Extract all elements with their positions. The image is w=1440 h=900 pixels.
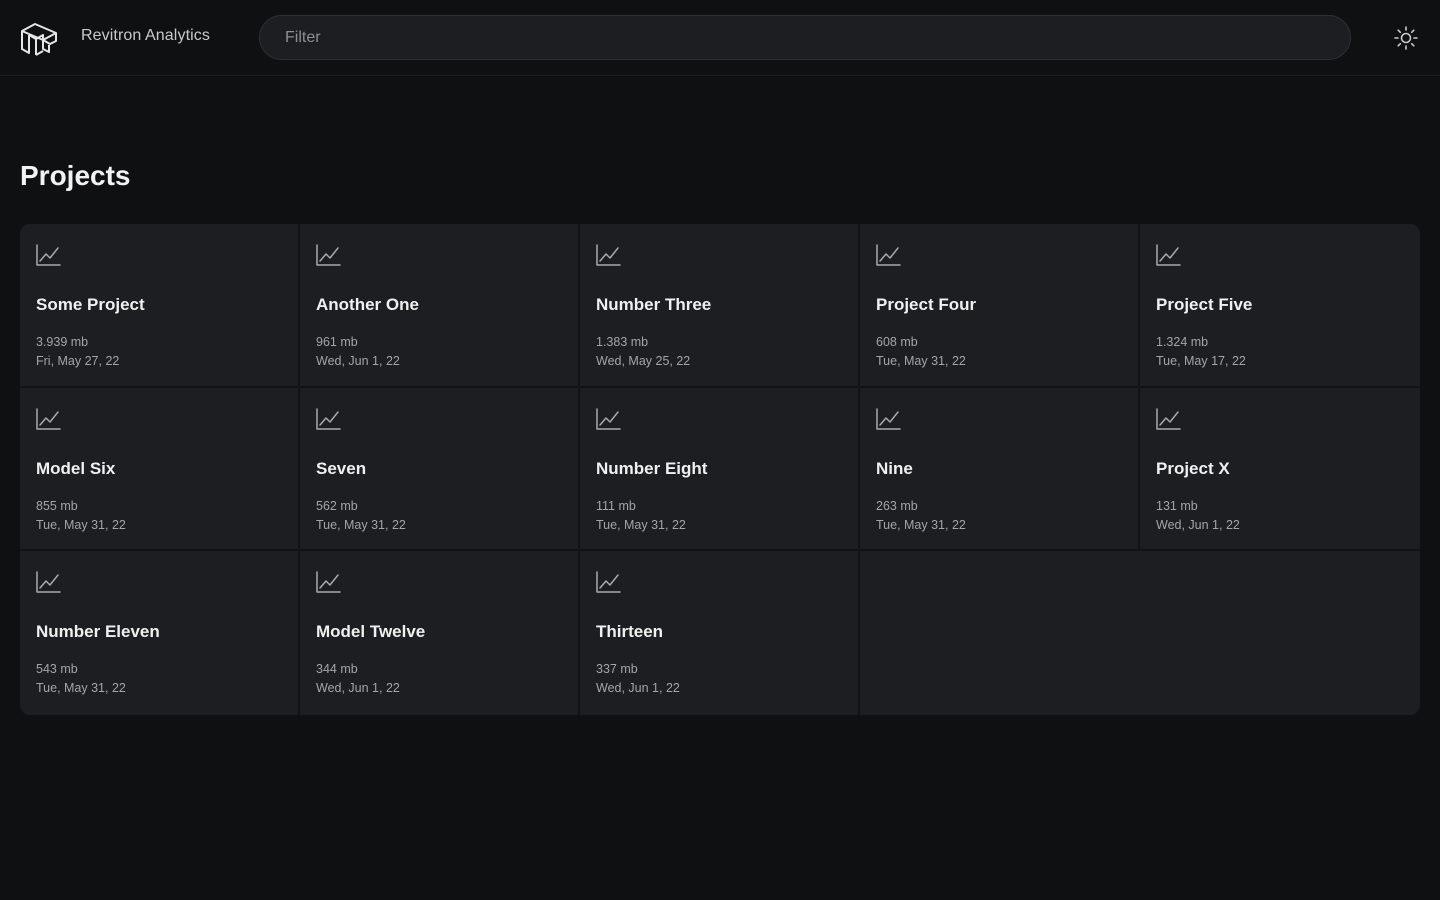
- project-date: Wed, May 25, 22: [596, 354, 691, 368]
- project-size: 3.939 mb: [36, 335, 89, 349]
- project-card[interactable]: Number Three 1.383 mb Wed, May 25, 22: [580, 224, 860, 388]
- revitron-logo-icon[interactable]: [19, 19, 59, 57]
- project-title: Thirteen: [596, 622, 664, 642]
- project-card[interactable]: Project Four 608 mb Tue, May 31, 22: [860, 224, 1140, 388]
- project-size: 961 mb: [316, 335, 358, 349]
- empty-grid-area: [860, 551, 1420, 715]
- project-date: Tue, May 17, 22: [1156, 354, 1246, 368]
- line-chart-icon: [36, 407, 61, 430]
- project-title: Number Eight: [596, 458, 708, 478]
- project-date: Tue, May 31, 22: [876, 354, 966, 368]
- project-size: 543 mb: [36, 662, 78, 677]
- project-card[interactable]: Thirteen 337 mb Wed, Jun 1, 22: [580, 551, 860, 715]
- line-chart-icon: [596, 571, 621, 594]
- line-chart-icon: [316, 244, 341, 266]
- project-card[interactable]: Project X 131 mb Wed, Jun 1, 22: [1140, 387, 1420, 552]
- line-chart-icon: [36, 571, 61, 594]
- project-date: Wed, Jun 1, 22: [596, 681, 680, 696]
- project-size: 344 mb: [316, 662, 358, 677]
- project-card[interactable]: Model Six 855 mb Tue, May 31, 22: [20, 387, 300, 552]
- project-size: 263 mb: [876, 498, 918, 513]
- project-size: 1.383 mb: [596, 335, 649, 349]
- line-chart-icon: [316, 571, 341, 594]
- project-date: Wed, Jun 1, 22: [316, 354, 400, 368]
- project-card[interactable]: Number Eight 111 mb Tue, May 31, 22: [580, 387, 860, 552]
- sun-icon[interactable]: [1393, 25, 1419, 51]
- project-date: Tue, May 31, 22: [876, 517, 966, 532]
- project-size: 1.324 mb: [1156, 335, 1209, 349]
- line-chart-icon: [1156, 407, 1181, 430]
- project-title: Project Four: [876, 295, 977, 314]
- app-title: Revitron Analytics: [81, 27, 210, 44]
- project-title: Another One: [316, 295, 419, 314]
- project-size: 131 mb: [1156, 498, 1198, 513]
- project-date: Tue, May 31, 22: [316, 517, 406, 532]
- project-date: Tue, May 31, 22: [36, 681, 126, 696]
- project-size: 111 mb: [596, 498, 636, 513]
- project-title: Nine: [876, 458, 913, 478]
- project-card[interactable]: Model Twelve 344 mb Wed, Jun 1, 22: [300, 551, 580, 715]
- project-card[interactable]: Some Project 3.939 mb Fri, May 27, 22: [20, 224, 300, 388]
- project-date: Wed, Jun 1, 22: [1156, 517, 1240, 532]
- project-title: Project Five: [1156, 295, 1253, 314]
- line-chart-icon: [876, 244, 901, 266]
- project-date: Fri, May 27, 22: [36, 354, 120, 368]
- projects-grid: Some Project 3.939 mb Fri, May 27, 22 An…: [20, 224, 1420, 715]
- top-bar: Revitron Analytics: [0, 0, 1440, 76]
- project-title: Number Eleven: [36, 622, 160, 642]
- page-title: Projects: [20, 160, 131, 191]
- project-date: Tue, May 31, 22: [36, 517, 126, 532]
- project-title: Number Three: [596, 295, 712, 314]
- line-chart-icon: [1156, 244, 1181, 266]
- project-size: 337 mb: [596, 662, 638, 677]
- line-chart-icon: [876, 407, 901, 430]
- project-title: Model Twelve: [316, 622, 426, 642]
- project-title: Seven: [316, 458, 367, 478]
- project-card[interactable]: Project Five 1.324 mb Tue, May 17, 22: [1140, 224, 1420, 388]
- project-card[interactable]: Nine 263 mb Tue, May 31, 22: [860, 387, 1140, 552]
- filter-input[interactable]: [259, 15, 1351, 60]
- project-size: 608 mb: [876, 335, 918, 349]
- line-chart-icon: [316, 407, 341, 430]
- project-card[interactable]: Number Eleven 543 mb Tue, May 31, 22: [20, 551, 300, 715]
- project-size: 855 mb: [36, 498, 78, 513]
- project-date: Tue, May 31, 22: [596, 517, 686, 532]
- line-chart-icon: [36, 244, 61, 266]
- project-card[interactable]: Another One 961 mb Wed, Jun 1, 22: [300, 224, 580, 388]
- project-date: Wed, Jun 1, 22: [316, 681, 400, 696]
- project-title: Model Six: [36, 458, 116, 478]
- project-size: 562 mb: [316, 498, 358, 513]
- project-card[interactable]: Seven 562 mb Tue, May 31, 22: [300, 387, 580, 552]
- project-title: Project X: [1156, 458, 1230, 478]
- project-title: Some Project: [36, 295, 145, 314]
- line-chart-icon: [596, 244, 621, 266]
- line-chart-icon: [596, 407, 621, 430]
